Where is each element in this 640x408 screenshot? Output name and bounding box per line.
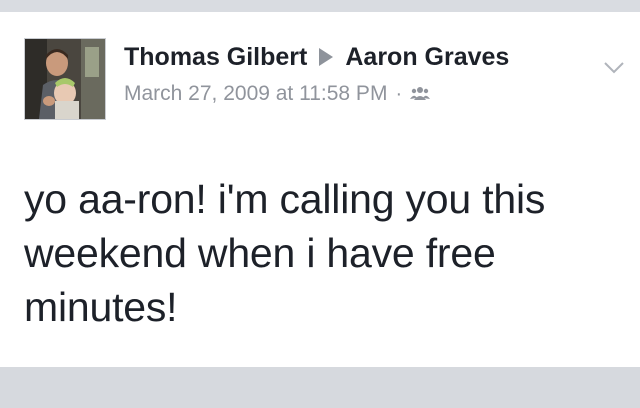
post-card: Thomas Gilbert Aaron Graves March 27, 20… xyxy=(0,12,640,367)
post-timestamp-link[interactable]: March 27, 2009 at 11:58 PM xyxy=(124,82,387,106)
post-header: Thomas Gilbert Aaron Graves March 27, 20… xyxy=(124,42,580,106)
chevron-down-icon[interactable] xyxy=(602,60,626,76)
post-meta: March 27, 2009 at 11:58 PM · xyxy=(124,82,580,106)
friends-icon[interactable] xyxy=(410,82,431,106)
author-name-link[interactable]: Thomas Gilbert xyxy=(124,42,307,72)
post-body-text: yo aa-ron! i'm calling you this weekend … xyxy=(24,176,546,330)
avatar[interactable] xyxy=(24,38,106,120)
meta-separator: · xyxy=(395,82,403,105)
top-divider xyxy=(0,0,640,12)
post-names: Thomas Gilbert Aaron Graves xyxy=(124,42,580,72)
bottom-divider xyxy=(0,367,640,408)
arrow-right-icon xyxy=(319,48,334,66)
avatar-photo-icon xyxy=(25,39,105,119)
recipient-name-link[interactable]: Aaron Graves xyxy=(345,42,509,72)
